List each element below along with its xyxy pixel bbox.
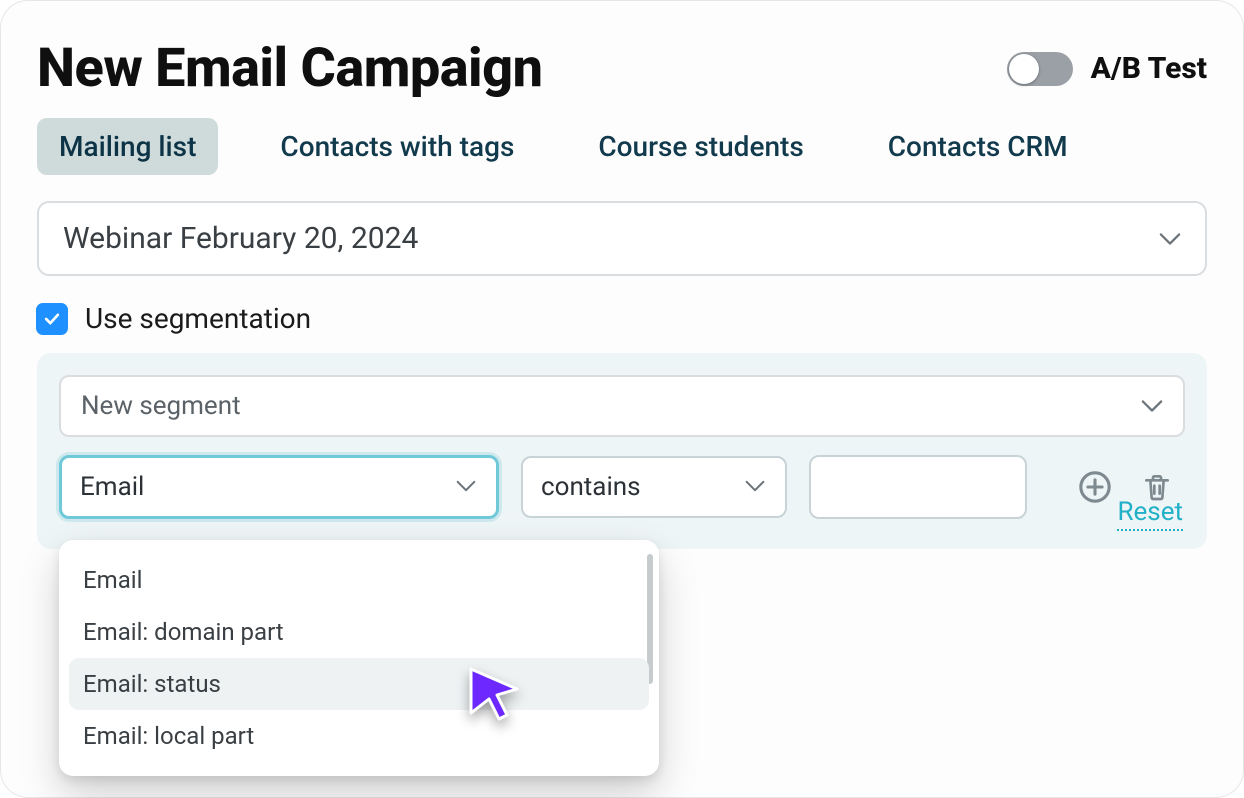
ab-test-label: A/B Test: [1091, 51, 1207, 86]
check-icon: [42, 309, 62, 329]
rule-operator-value: contains: [541, 472, 641, 502]
rule-operator-select[interactable]: contains: [521, 456, 787, 518]
campaign-card: New Email Campaign A/B Test Mailing list…: [0, 0, 1244, 798]
chevron-down-icon: [1159, 232, 1181, 246]
tab-course-students[interactable]: Course students: [576, 118, 825, 175]
dropdown-option-email-local[interactable]: Email: local part: [69, 710, 649, 762]
chevron-down-icon: [456, 480, 478, 494]
segmentation-row: Use segmentation: [37, 302, 1207, 335]
segment-select-value: New segment: [81, 391, 241, 421]
dropdown-option-email[interactable]: Email: [69, 554, 649, 606]
use-segmentation-label: Use segmentation: [85, 302, 311, 335]
chevron-down-icon: [745, 480, 767, 494]
rule-field-select[interactable]: Email: [59, 455, 499, 519]
mailing-list-select[interactable]: Webinar February 20, 2024: [37, 201, 1207, 276]
segmentation-panel: New segment Email contains: [37, 353, 1207, 549]
tabs: Mailing list Contacts with tags Course s…: [37, 118, 1207, 175]
header-row: New Email Campaign A/B Test: [37, 37, 1207, 100]
add-rule-button[interactable]: [1075, 467, 1115, 507]
page-title: New Email Campaign: [37, 37, 542, 100]
rule-value-input[interactable]: [809, 455, 1027, 519]
segment-select[interactable]: New segment: [59, 375, 1185, 437]
chevron-down-icon: [1141, 399, 1163, 413]
tab-mailing-list[interactable]: Mailing list: [37, 118, 218, 175]
ab-test-group: A/B Test: [1007, 51, 1207, 86]
plus-circle-icon: [1078, 470, 1112, 504]
dropdown-option-email-status[interactable]: Email: status: [69, 658, 649, 710]
toggle-knob: [1009, 54, 1039, 84]
dropdown-option-email-domain[interactable]: Email: domain part: [69, 606, 649, 658]
use-segmentation-checkbox[interactable]: [37, 304, 67, 334]
reset-link[interactable]: Reset: [1117, 497, 1183, 531]
ab-test-toggle[interactable]: [1007, 52, 1073, 86]
tab-contacts-crm[interactable]: Contacts CRM: [866, 118, 1090, 175]
tab-contacts-tags[interactable]: Contacts with tags: [258, 118, 536, 175]
field-dropdown: Email Email: domain part Email: status E…: [59, 540, 659, 776]
rule-field-value: Email: [80, 472, 144, 502]
mailing-list-value: Webinar February 20, 2024: [63, 221, 418, 256]
cursor-pointer-icon: [463, 663, 527, 727]
rule-row: Email contains: [59, 455, 1185, 519]
